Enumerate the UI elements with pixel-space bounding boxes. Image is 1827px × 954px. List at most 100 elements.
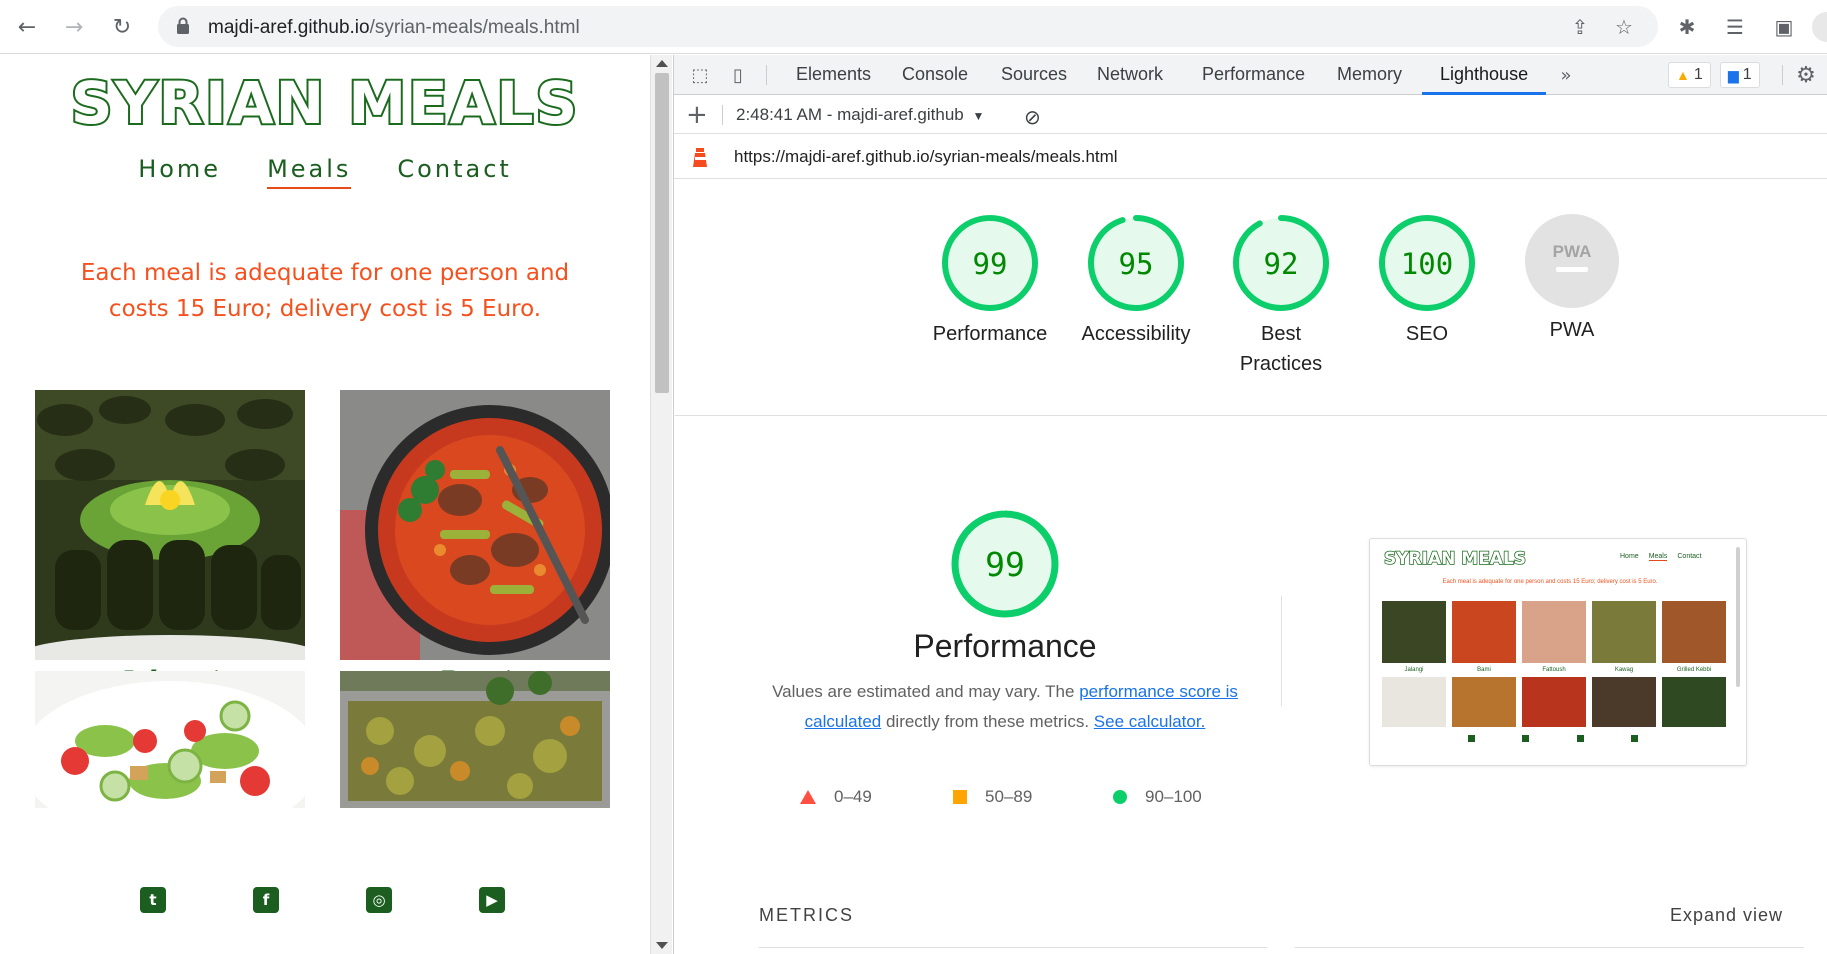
svg-text:100: 100 <box>1401 247 1453 281</box>
side-panel-icon[interactable]: ▣ <box>1769 12 1799 42</box>
gauge-performance[interactable]: 99 Performance <box>920 213 1060 349</box>
square-icon <box>953 790 967 804</box>
scroll-down-icon[interactable] <box>656 942 668 949</box>
tab-lighthouse[interactable]: Lighthouse <box>1440 64 1528 85</box>
website-viewport: SYRIAN MEALS Home Meals Contact Each mea… <box>0 55 650 954</box>
messages-badge[interactable]: ▆ 1 <box>1720 62 1760 88</box>
thumb-photo <box>1592 601 1656 663</box>
metrics-divider-right <box>1295 947 1804 948</box>
final-screenshot-thumbnail[interactable]: SYRIAN MEALS Home Meals Contact Each mea… <box>1369 538 1747 766</box>
thumb-twitter-icon <box>1468 735 1475 742</box>
thumb-youtube-icon <box>1630 735 1638 742</box>
metrics-divider-left <box>759 947 1267 948</box>
profile-avatar[interactable] <box>1812 12 1827 42</box>
thumb-facebook-icon <box>1522 735 1530 742</box>
thumb-photo <box>1522 677 1586 727</box>
expand-view-button[interactable]: Expand view <box>1670 905 1783 926</box>
arrow-right-icon: → <box>64 14 84 40</box>
page-scrollbar[interactable] <box>650 55 672 954</box>
tabbar-divider-2 <box>1782 65 1783 85</box>
nav-contact[interactable]: Contact <box>397 155 511 189</box>
thumb-photo <box>1522 601 1586 663</box>
report-selector[interactable]: 2:48:41 AM - majdi-aref.github ▼ <box>736 105 984 125</box>
score-ring: 100 <box>1379 215 1475 311</box>
gauge-best-practices[interactable]: 92 Best Practices <box>1211 213 1351 379</box>
svg-text:PWA: PWA <box>1553 242 1592 261</box>
reload-button[interactable]: ↻ <box>105 10 139 44</box>
thumb-social <box>1468 735 1638 742</box>
tab-memory[interactable]: Memory <box>1337 64 1402 85</box>
lighthouse-logo-icon <box>693 148 707 167</box>
thumb-photo <box>1382 601 1446 663</box>
nav-home[interactable]: Home <box>138 155 221 189</box>
triangle-icon <box>800 790 816 804</box>
meal-image-fattoush[interactable] <box>35 671 305 808</box>
reading-list-icon[interactable]: ☰ <box>1720 12 1750 42</box>
jalangi-photo <box>35 390 305 660</box>
inspect-element-icon[interactable]: ⬚ <box>688 63 712 87</box>
warning-icon: ▲ <box>1676 67 1690 83</box>
meal-image-jalangi[interactable] <box>35 390 305 660</box>
performance-description: Values are estimated and may vary. The p… <box>772 682 1238 731</box>
clear-reports-icon[interactable]: ⊘ <box>1024 105 1041 129</box>
thumb-photo <box>1662 601 1726 663</box>
gauge-accessibility[interactable]: 95 Accessibility <box>1066 213 1206 349</box>
gauge-label: PWA <box>1549 319 1595 341</box>
warnings-badge[interactable]: ▲ 1 <box>1668 62 1711 88</box>
share-icon[interactable]: ⇪ <box>1568 15 1592 39</box>
address-bar[interactable]: majdi-aref.github.io/syrian-meals/meals.… <box>158 6 1658 47</box>
performance-title: Performance <box>913 628 1097 664</box>
svg-text:92: 92 <box>1264 247 1299 281</box>
legend-fail: 0–49 <box>800 787 872 807</box>
gauge-label: Performance <box>932 323 1048 345</box>
circle-icon <box>1113 790 1127 804</box>
tab-console[interactable]: Console <box>902 64 968 85</box>
price-notice: Each meal is adequate for one person and… <box>80 260 570 322</box>
tab-performance[interactable]: Performance <box>1202 64 1305 85</box>
twitter-icon[interactable]: t <box>140 887 166 913</box>
report-url[interactable]: https://majdi-aref.github.io/syrian-meal… <box>734 147 1118 167</box>
tab-elements[interactable]: Elements <box>796 64 871 85</box>
score-ring: 95 <box>1088 215 1184 311</box>
legend-average: 50–89 <box>953 787 1032 807</box>
youtube-icon[interactable]: ▶ <box>479 887 505 913</box>
svg-text:95: 95 <box>1119 247 1154 281</box>
forward-button[interactable]: → <box>57 10 91 44</box>
facebook-icon[interactable]: f <box>253 887 279 913</box>
thumb-notice: Each meal is adequate for one person and… <box>1442 579 1658 585</box>
nav-meals[interactable]: Meals <box>267 155 352 189</box>
meal-image-kawag[interactable] <box>340 671 610 808</box>
star-icon[interactable]: ☆ <box>1612 15 1636 39</box>
tab-sources[interactable]: Sources <box>1001 64 1067 85</box>
metrics-heading: METRICS <box>759 905 854 925</box>
thumb-photo <box>1592 677 1656 727</box>
address-url[interactable]: majdi-aref.github.io/syrian-meals/meals.… <box>208 17 580 39</box>
page-scroll-thumb[interactable] <box>655 73 669 393</box>
see-calculator-link[interactable]: See calculator. <box>1094 712 1206 731</box>
gauge-label: Best Practices <box>1239 323 1323 375</box>
arrow-left-icon: ← <box>17 14 37 40</box>
score-ring: 99 <box>942 215 1038 311</box>
back-button[interactable]: ← <box>10 10 44 44</box>
more-tabs-icon[interactable]: » <box>1554 63 1578 87</box>
new-report-icon[interactable]: + <box>686 100 708 130</box>
report-url-bar: https://majdi-aref.github.io/syrian-meal… <box>674 135 1827 179</box>
settings-gear-icon[interactable]: ⚙ <box>1794 63 1818 88</box>
tabbar-divider <box>766 65 767 85</box>
meal-image-bami[interactable] <box>340 390 610 660</box>
thumb-photo <box>1382 677 1446 727</box>
svg-text:99: 99 <box>985 545 1025 584</box>
thumb-grid: Jalangi Bami Fattoush Kawag Grilled Kebb… <box>1382 601 1726 727</box>
device-toolbar-icon[interactable]: ▯ <box>726 63 750 87</box>
tab-network[interactable]: Network <box>1097 64 1163 85</box>
scroll-up-icon[interactable] <box>656 60 668 67</box>
gauge-seo[interactable]: 100 SEO <box>1357 213 1497 349</box>
extensions-icon[interactable]: ✱ <box>1672 12 1702 42</box>
dropdown-arrow-icon: ▼ <box>972 109 985 123</box>
section-divider <box>673 415 1827 416</box>
gauge-pwa[interactable]: PWA PWA <box>1502 213 1642 345</box>
thumb-photo <box>1662 677 1726 727</box>
instagram-icon[interactable]: ◎ <box>366 887 392 913</box>
devtools-tabbar: ⬚ ▯ Elements Console Sources Network Per… <box>674 55 1827 95</box>
reload-icon: ↻ <box>112 14 132 40</box>
